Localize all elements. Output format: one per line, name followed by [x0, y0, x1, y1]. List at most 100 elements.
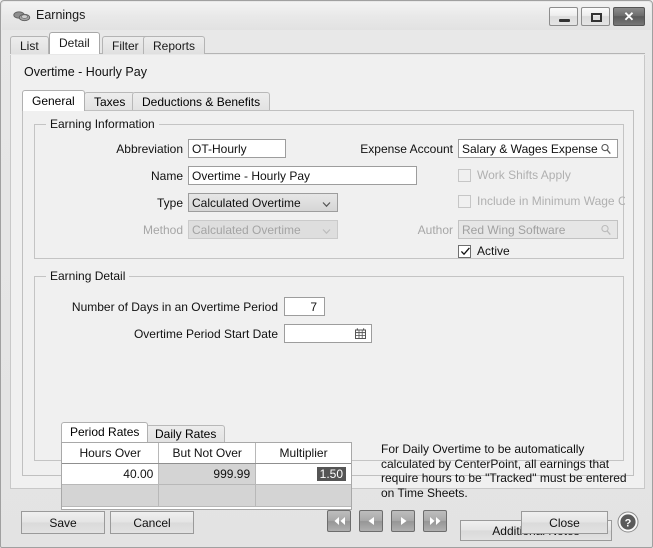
tab-deductions-benefits-label: Deductions & Benefits [142, 95, 260, 109]
tab-general[interactable]: General [22, 90, 85, 111]
detail-tab-strip: General Taxes Deductions & Benefits [22, 90, 634, 111]
rate-tab-strip: Period Rates Daily Rates [61, 422, 351, 442]
cell-but-not-over[interactable]: 999.99 [159, 463, 256, 484]
nav-last-button[interactable] [423, 510, 447, 532]
cancel-button[interactable]: Cancel [110, 511, 194, 534]
calendar-icon[interactable] [354, 328, 367, 340]
save-label: Save [49, 516, 76, 530]
work-shifts-apply-checkbox-row: Work Shifts Apply [458, 168, 571, 182]
record-title: Overtime - Hourly Pay [24, 65, 147, 79]
name-input[interactable]: Overtime - Hourly Pay [188, 166, 417, 185]
days-in-period-input[interactable]: 7 [284, 297, 325, 316]
next-record-icon [398, 516, 409, 526]
nav-next-button[interactable] [391, 510, 415, 532]
table-row[interactable]: 40.00 999.99 1.50 [62, 463, 351, 484]
tab-taxes-label: Taxes [94, 95, 125, 109]
earning-detail-legend: Earning Detail [46, 269, 129, 283]
window-controls: ✕ [549, 7, 645, 26]
work-shifts-apply-checkbox [458, 169, 471, 182]
author-value: Red Wing Software [462, 223, 565, 237]
first-record-icon [333, 516, 346, 526]
nav-previous-button[interactable] [359, 510, 383, 532]
earnings-window: Earnings ✕ List Detail Filter Reports [0, 0, 653, 548]
column-header-hours-over[interactable]: Hours Over [62, 443, 159, 463]
chevron-down-icon [322, 198, 330, 206]
tab-period-rates-label: Period Rates [70, 425, 139, 439]
name-value: Overtime - Hourly Pay [192, 169, 310, 183]
column-header-multiplier[interactable]: Multiplier [256, 443, 351, 463]
expense-account-value: Salary & Wages Expense [462, 142, 598, 156]
title-bar: Earnings ✕ [2, 2, 651, 30]
close-icon: ✕ [614, 8, 644, 25]
include-minimum-wage-checkbox [458, 195, 471, 208]
tab-taxes[interactable]: Taxes [84, 92, 135, 110]
expense-account-input[interactable]: Salary & Wages Expense [458, 139, 618, 158]
expense-account-label: Expense Account [300, 142, 453, 156]
tab-period-rates[interactable]: Period Rates [61, 422, 148, 442]
author-input: Red Wing Software [458, 220, 618, 239]
abbreviation-value: OT-Hourly [192, 142, 247, 156]
close-button[interactable]: ✕ [613, 7, 645, 26]
lookup-search-icon-disabled [600, 224, 612, 236]
tab-reports-label: Reports [153, 39, 195, 53]
name-label: Name [35, 169, 183, 183]
help-question-icon: ? [617, 511, 639, 533]
tab-detail-label: Detail [59, 36, 90, 50]
svg-text:?: ? [625, 517, 632, 529]
nav-first-button[interactable] [327, 510, 351, 532]
general-tab-page: Earning Information Abbreviation OT-Hour… [22, 110, 634, 476]
chevron-down-icon-disabled [322, 225, 330, 233]
tab-daily-rates-label: Daily Rates [155, 427, 216, 441]
tab-detail[interactable]: Detail [49, 32, 100, 54]
tab-list[interactable]: List [10, 36, 49, 54]
earning-information-group: Earning Information Abbreviation OT-Hour… [34, 124, 624, 259]
lookup-search-icon[interactable] [600, 143, 612, 155]
include-minimum-wage-label: Include in Minimum Wage Calculation [477, 194, 625, 208]
cell-hours-over[interactable]: 40.00 [62, 463, 159, 484]
tab-daily-rates[interactable]: Daily Rates [146, 425, 225, 442]
cell-multiplier-selected-value: 1.50 [317, 467, 346, 481]
checkmark-icon [460, 246, 471, 257]
days-in-period-label: Number of Days in an Overtime Period [35, 300, 278, 314]
save-button[interactable]: Save [21, 511, 105, 534]
cancel-label: Cancel [133, 516, 170, 530]
period-start-date-input[interactable] [284, 324, 372, 343]
tab-list-label: List [20, 39, 39, 53]
type-value: Calculated Overtime [192, 196, 301, 210]
help-button[interactable]: ? [617, 511, 639, 533]
detail-panel: Overtime - Hourly Pay General Taxes Dedu… [10, 55, 645, 489]
tab-reports[interactable]: Reports [143, 36, 205, 54]
type-select[interactable]: Calculated Overtime [188, 193, 338, 212]
tab-filter[interactable]: Filter [102, 36, 149, 54]
coins-icon [13, 9, 31, 24]
previous-record-icon [366, 516, 377, 526]
active-checkbox-row[interactable]: Active [458, 244, 510, 258]
method-value: Calculated Overtime [192, 223, 301, 237]
earning-information-legend: Earning Information [46, 117, 159, 131]
cell-multiplier[interactable]: 1.50 [256, 463, 351, 484]
active-checkbox[interactable] [458, 245, 471, 258]
active-label: Active [477, 244, 510, 258]
grid-header-row: Hours Over But Not Over Multiplier [62, 443, 351, 463]
author-label: Author [335, 223, 453, 237]
minimize-button[interactable] [549, 7, 578, 26]
close-dialog-label: Close [549, 516, 580, 530]
abbreviation-input[interactable]: OT-Hourly [188, 139, 286, 158]
tab-deductions-benefits[interactable]: Deductions & Benefits [132, 92, 270, 110]
main-tab-strip: List Detail Filter Reports [10, 34, 645, 54]
type-label: Type [35, 196, 183, 210]
include-minimum-wage-checkbox-row: Include in Minimum Wage Calculation [458, 194, 625, 208]
footer-bar: Save Cancel Close [10, 497, 645, 541]
close-dialog-button[interactable]: Close [521, 511, 608, 534]
abbreviation-label: Abbreviation [35, 142, 183, 156]
tab-filter-label: Filter [112, 39, 139, 53]
column-header-but-not-over[interactable]: But Not Over [159, 443, 256, 463]
window-title: Earnings [36, 8, 85, 22]
days-in-period-value: 7 [310, 300, 317, 314]
method-select: Calculated Overtime [188, 220, 338, 239]
tab-general-label: General [32, 94, 75, 108]
daily-overtime-help-text: For Daily Overtime to be automatically c… [381, 442, 631, 500]
period-start-date-label: Overtime Period Start Date [35, 327, 278, 341]
maximize-button[interactable] [581, 7, 610, 26]
last-record-icon [429, 516, 442, 526]
